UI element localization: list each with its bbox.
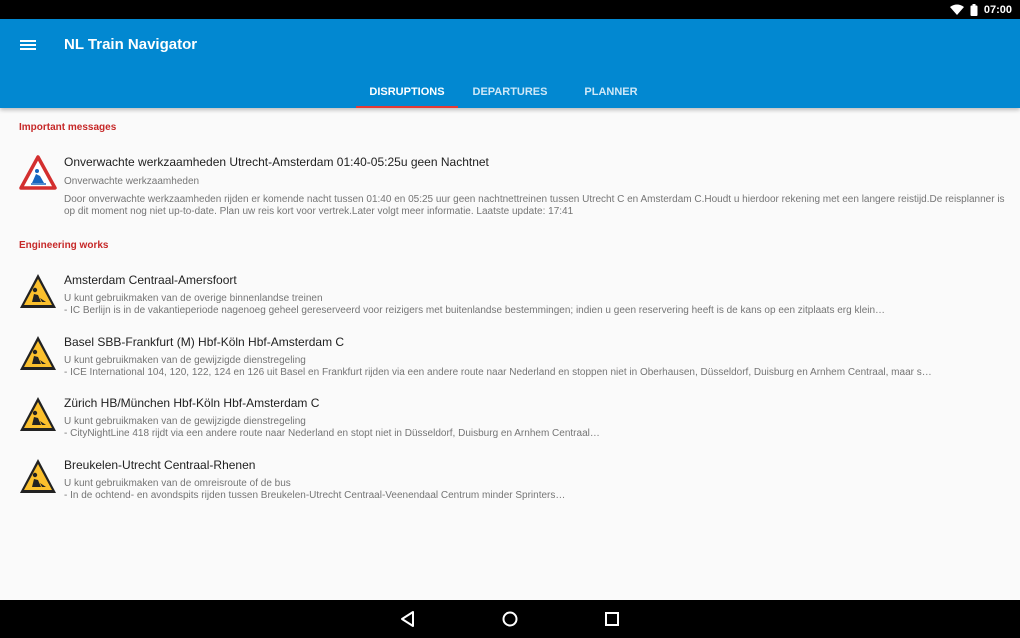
roadwork-sign-icon (19, 335, 57, 371)
roadwork-sign-icon (19, 396, 57, 432)
list-item[interactable]: Basel SBB-Frankfurt (M) Hbf-Köln Hbf-Ams… (0, 335, 1020, 383)
list-item[interactable]: Onverwachte werkzaamheden Utrecht-Amster… (0, 155, 1020, 221)
item-title: Amsterdam Centraal-Amersfoort (64, 273, 237, 287)
item-subtitle: Onverwachte werkzaamheden (64, 176, 200, 187)
back-icon[interactable] (398, 609, 418, 629)
roadwork-sign-icon (19, 273, 57, 309)
section-header-important: Important messages (19, 122, 117, 133)
disruptions-list: Important messages Onverwachte werkzaamh… (0, 108, 1020, 600)
item-title: Zürich HB/München Hbf-Köln Hbf-Amsterdam… (64, 396, 320, 410)
item-subtitle: U kunt gebruikmaken van de gewijzigde di… (64, 355, 306, 366)
item-title: Breukelen-Utrecht Centraal-Rhenen (64, 458, 256, 472)
item-subtitle: U kunt gebruikmaken van de gewijzigde di… (64, 416, 306, 427)
list-item[interactable]: Zürich HB/München Hbf-Köln Hbf-Amsterdam… (0, 396, 1020, 444)
item-subtitle: U kunt gebruikmaken van de omreisroute o… (64, 478, 291, 489)
wifi-icon (949, 4, 964, 15)
list-item[interactable]: Breukelen-Utrecht Centraal-Rhenen U kunt… (0, 458, 1020, 506)
warning-red-triangle-icon (19, 155, 57, 191)
item-description: - IC Berlijn is in de vakantieperiode na… (64, 305, 886, 316)
item-title: Basel SBB-Frankfurt (M) Hbf-Köln Hbf-Ams… (64, 335, 345, 349)
home-icon[interactable] (500, 609, 520, 629)
hamburger-menu-icon[interactable] (16, 34, 42, 56)
tab-disruptions[interactable]: DISRUPTIONS (356, 75, 458, 108)
item-description: - In de ochtend- en avondspits rijden tu… (64, 490, 566, 501)
list-item[interactable]: Amsterdam Centraal-Amersfoort U kunt geb… (0, 273, 1020, 321)
clock: 07:00 (983, 3, 1012, 16)
app-bar: NL Train Navigator DISRUPTIONS DEPARTURE… (0, 19, 1020, 108)
tab-bar: DISRUPTIONS DEPARTURES PLANNER (356, 75, 660, 108)
item-description: Door onverwachte werkzaamheden rijden er… (64, 194, 1005, 217)
tab-departures[interactable]: DEPARTURES (458, 75, 562, 108)
app-title: NL Train Navigator (64, 36, 198, 53)
item-description: - CityNightLine 418 rijdt via een andere… (64, 428, 600, 439)
item-title: Onverwachte werkzaamheden Utrecht-Amster… (64, 155, 489, 169)
section-header-engineering: Engineering works (19, 240, 109, 251)
roadwork-sign-icon (19, 458, 57, 494)
status-bar: 07:00 (0, 0, 1020, 19)
tab-planner[interactable]: PLANNER (562, 75, 660, 108)
recents-icon[interactable] (602, 609, 622, 629)
battery-icon (970, 3, 978, 16)
item-description: - ICE International 104, 120, 122, 124 e… (64, 367, 932, 378)
item-subtitle: U kunt gebruikmaken van de overige binne… (64, 293, 323, 304)
navigation-bar (0, 600, 1020, 638)
